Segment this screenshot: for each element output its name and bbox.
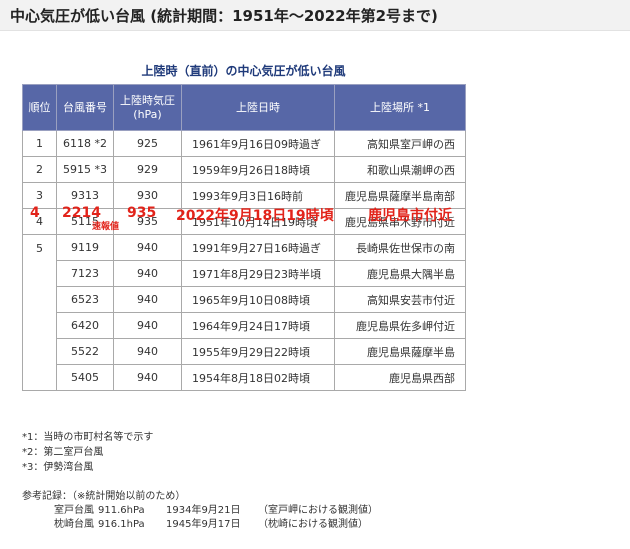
header-rank: 順位: [22, 84, 57, 131]
cell-date: 1954年8月18日02時頃: [181, 364, 335, 391]
cell-place: 鹿児島県西部: [334, 364, 466, 391]
reference-title: 参考記録：（※統計開始以前のため）: [22, 491, 186, 502]
overlay-place: 鹿児島市付近: [368, 208, 452, 224]
table-row: 5405 940 1954年8月18日02時頃 鹿児島県西部: [23, 364, 466, 391]
page-title: 中心気圧が低い台風 (統計期間：1951年〜2022年第2号まで): [10, 7, 438, 25]
cell-date: 1961年9月16日09時過ぎ: [181, 130, 335, 157]
header-place: 上陸場所 *1: [334, 84, 466, 131]
cell-date: 1991年9月27日16時過ぎ: [181, 234, 335, 261]
overlay-rank: 4: [30, 205, 40, 221]
cell-typhoon-no: 5522: [56, 338, 114, 365]
cell-pressure: 940: [113, 234, 182, 261]
cell-rank: 5: [22, 234, 57, 391]
reference-note: （枕崎における観測値）: [258, 519, 368, 530]
cell-pressure: 940: [113, 338, 182, 365]
cell-date: 1959年9月26日18時頃: [181, 156, 335, 183]
cell-date: 1965年9月10日08時頃: [181, 286, 335, 313]
cell-typhoon-no: 6118 *2: [56, 130, 114, 157]
title-bar: 中心気圧が低い台風 (統計期間：1951年〜2022年第2号まで): [0, 0, 630, 31]
cell-place: 和歌山県潮岬の西: [334, 156, 466, 183]
cell-pressure: 929: [113, 156, 182, 183]
reference-pressure: 916.1hPa: [98, 519, 145, 530]
header-date: 上陸日時: [181, 84, 335, 131]
overlay-preliminary-note: 速報値: [92, 222, 120, 232]
cell-pressure: 940: [113, 312, 182, 339]
cell-pressure: 940: [113, 364, 182, 391]
reference-date: 1945年9月17日: [166, 519, 241, 530]
footnotes: *1：当時の市町村名等で示す *2：第二室戸台風 *3：伊勢湾台風: [22, 430, 153, 475]
cell-typhoon-no: 6523: [56, 286, 114, 313]
footnote: *2：第二室戸台風: [22, 447, 104, 458]
reference-record: 枕崎台風 916.1hPa 1945年9月17日 （枕崎における観測値）: [22, 518, 378, 532]
reference-date: 1934年9月21日: [166, 505, 241, 516]
reference-pressure: 911.6hPa: [98, 505, 145, 516]
cell-date: 1955年9月29日22時頃: [181, 338, 335, 365]
table-row: 2 5915 *3 929 1959年9月26日18時頃 和歌山県潮岬の西: [22, 156, 466, 183]
table-row: 6420 940 1964年9月24日17時頃 鹿児島県佐多岬付近: [23, 312, 466, 339]
reference-record: 室戸台風 911.6hPa 1934年9月21日 （室戸岬における観測値）: [22, 504, 378, 518]
cell-typhoon-no: 9119: [56, 234, 114, 261]
cell-rank: 1: [22, 130, 57, 157]
cell-place: 鹿児島県佐多岬付近: [334, 312, 466, 339]
cell-place: 高知県安芸市付近: [334, 286, 466, 313]
reference-records: 参考記録：（※統計開始以前のため） 室戸台風 911.6hPa 1934年9月21日…: [22, 490, 378, 532]
overlay-pressure: 935: [127, 205, 157, 221]
cell-date: 1971年8月29日23時半頃: [181, 260, 335, 287]
cell-place: 長崎県佐世保市の南: [334, 234, 466, 261]
header-typhoon-no: 台風番号: [56, 84, 114, 131]
cell-date: 1964年9月24日17時頃: [181, 312, 335, 339]
table-row: 5522 940 1955年9月29日22時頃 鹿児島県薩摩半島: [23, 338, 466, 365]
table-header-row: 順位 台風番号 上陸時気圧 (hPa) 上陸日時 上陸場所 *1: [22, 84, 466, 131]
reference-name: 枕崎台風: [54, 519, 94, 530]
table-row: 1 6118 *2 925 1961年9月16日09時過ぎ 高知県室戸岬の西: [22, 130, 466, 157]
cell-pressure: 940: [113, 286, 182, 313]
footnote: *1：当時の市町村名等で示す: [22, 432, 154, 443]
header-pressure-unit: (hPa): [133, 107, 162, 121]
typhoon-table: 順位 台風番号 上陸時気圧 (hPa) 上陸日時 上陸場所 *1 1 6118 …: [22, 84, 466, 391]
cell-typhoon-no: 6420: [56, 312, 114, 339]
cell-typhoon-no: 5405: [56, 364, 114, 391]
footnote: *3：伊勢湾台風: [22, 462, 94, 473]
cell-typhoon-no: 5915 *3: [56, 156, 114, 183]
cell-pressure: 940: [113, 260, 182, 287]
table-row: 7123 940 1971年8月29日23時半頃 鹿児島県大隅半島: [23, 260, 466, 287]
overlay-date: 2022年9月18日19時頃: [176, 208, 334, 224]
reference-note: （室戸岬における観測値）: [258, 505, 378, 516]
cell-place: 高知県室戸岬の西: [334, 130, 466, 157]
reference-name: 室戸台風: [54, 505, 94, 516]
table-caption: 上陸時（直前）の中心気圧が低い台風: [141, 64, 346, 78]
cell-typhoon-no: 7123: [56, 260, 114, 287]
header-pressure-label: 上陸時気圧: [120, 93, 175, 107]
table-row: 6523 940 1965年9月10日08時頃 高知県安芸市付近: [23, 286, 466, 313]
table-row: 5 9119 940 1991年9月27日16時過ぎ 長崎県佐世保市の南: [22, 234, 466, 391]
cell-place: 鹿児島県大隅半島: [334, 260, 466, 287]
cell-pressure: 925: [113, 130, 182, 157]
cell-place: 鹿児島県薩摩半島: [334, 338, 466, 365]
cell-rank: 2: [22, 156, 57, 183]
header-pressure: 上陸時気圧 (hPa): [113, 84, 182, 131]
